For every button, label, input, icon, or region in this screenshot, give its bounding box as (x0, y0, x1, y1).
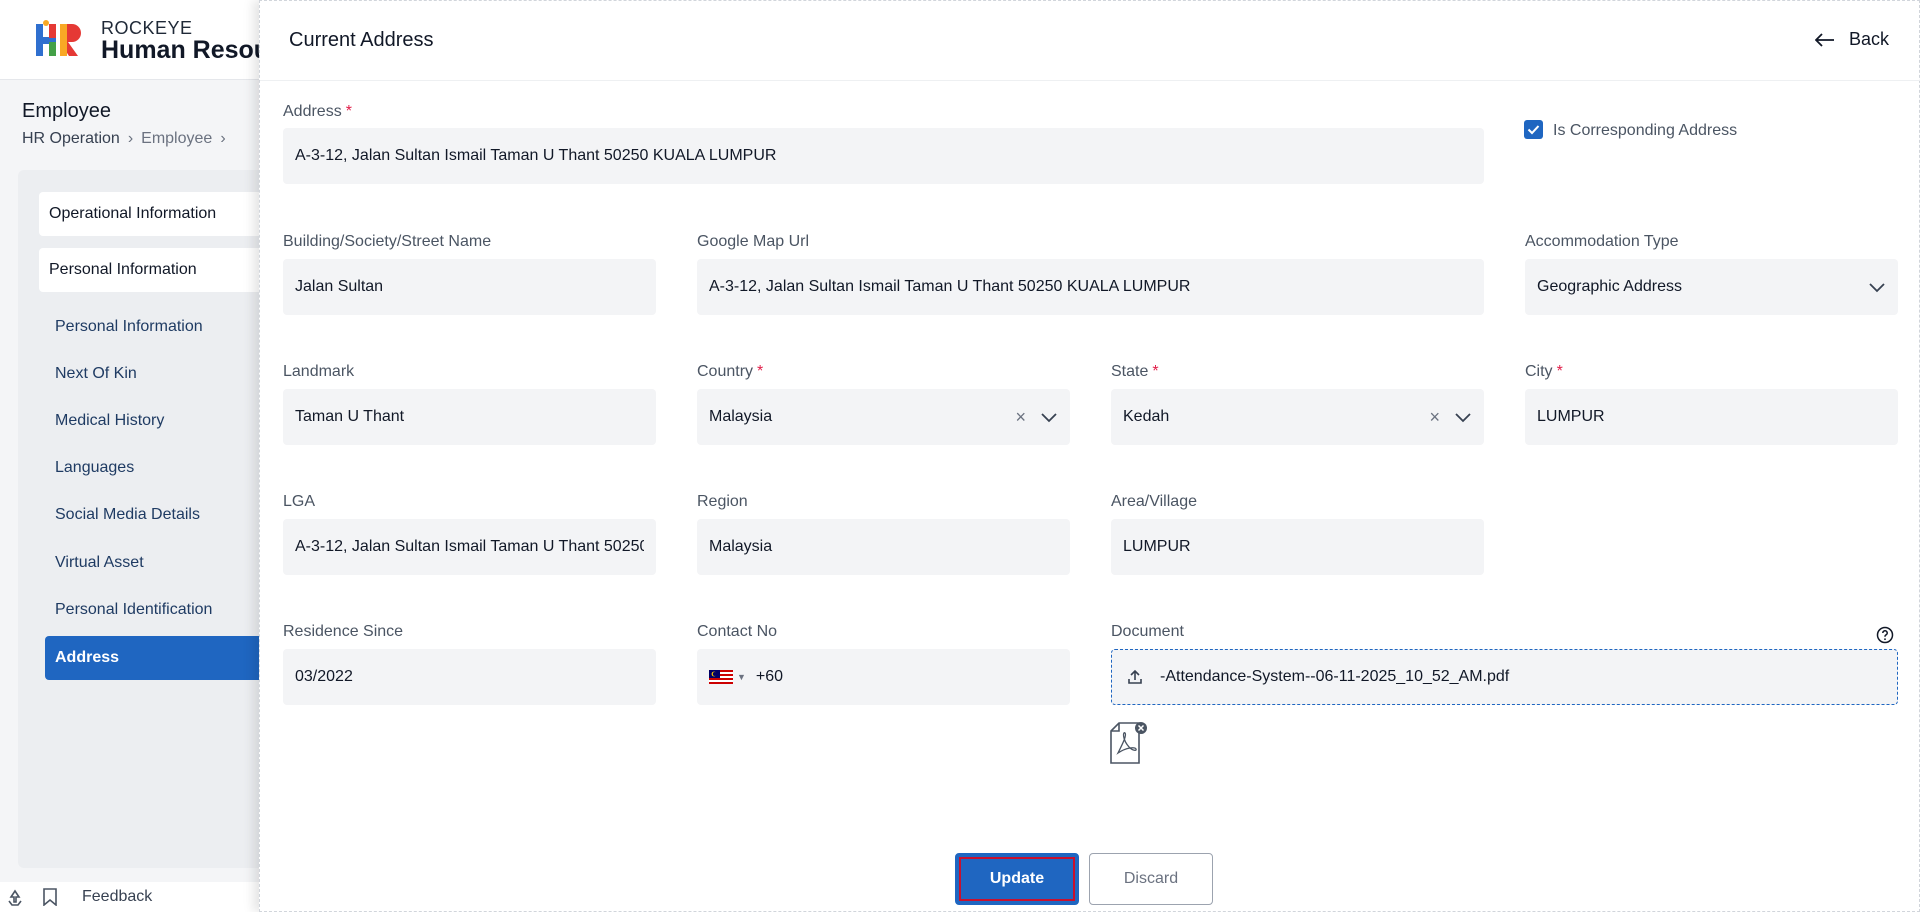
sidebar-section-operational[interactable]: Operational Information (39, 192, 279, 236)
recycle-icon[interactable] (6, 889, 24, 907)
country-label: Country * (697, 363, 764, 380)
back-label: Back (1848, 29, 1889, 49)
hr-logo-icon (36, 20, 81, 56)
contact-label: Contact No (697, 623, 778, 640)
sidebar-item-next-of-kin[interactable]: Next Of Kin (55, 365, 137, 383)
chevron-right-icon: › (127, 130, 134, 147)
area-field[interactable]: LUMPUR (1111, 519, 1484, 575)
accommodation-select[interactable]: Geographic Address (1525, 259, 1898, 315)
discard-button[interactable]: Discard (1089, 853, 1213, 905)
page-title: Employee (22, 100, 111, 122)
clear-icon[interactable]: × (1015, 407, 1026, 428)
sidebar-item-social-media[interactable]: Social Media Details (55, 506, 200, 524)
residence-since-field[interactable]: 03/2022 (283, 649, 656, 705)
city-field[interactable]: LUMPUR (1525, 389, 1898, 445)
corresponding-address-checkbox[interactable] (1524, 120, 1543, 139)
chevron-right-icon: › (220, 130, 226, 147)
google-map-field[interactable]: A-3-12, Jalan Sultan Ismail Taman U Than… (697, 259, 1484, 315)
clear-icon[interactable]: × (1429, 407, 1440, 428)
building-label: Building/Society/Street Name (283, 233, 492, 250)
bookmark-icon[interactable] (43, 888, 57, 906)
area-label: Area/Village (1111, 493, 1197, 510)
document-label: Document (1111, 623, 1184, 640)
corresponding-address-label: Is Corresponding Address (1553, 122, 1738, 139)
left-app: ROCKEYE Human Resource Employee HR Opera… (0, 0, 307, 912)
chevron-down-icon (1041, 413, 1057, 423)
sidebar: Operational Information Personal Informa… (18, 170, 285, 868)
logo-bar: ROCKEYE Human Resource (0, 0, 307, 80)
malaysia-flag-icon[interactable] (709, 670, 733, 684)
breadcrumb-hr-operation[interactable]: HR Operation (22, 130, 120, 147)
google-map-label: Google Map Url (697, 233, 810, 250)
lga-label: LGA (283, 493, 316, 510)
upload-icon (1128, 669, 1142, 684)
breadcrumb-employee[interactable]: Employee (141, 130, 212, 147)
sidebar-item-address[interactable]: Address (45, 636, 285, 680)
document-filename: -Attendance-System--06-11-2025_10_52_AM.… (1160, 668, 1510, 685)
region-label: Region (697, 493, 748, 510)
footer: Feedback (0, 882, 260, 912)
document-upload-field[interactable]: -Attendance-System--06-11-2025_10_52_AM.… (1111, 649, 1898, 705)
pdf-file-icon[interactable] (1109, 721, 1147, 765)
check-icon (1527, 125, 1540, 135)
sidebar-item-personal-information[interactable]: Personal Information (55, 318, 203, 336)
address-label: Address * (283, 103, 352, 120)
accommodation-label: Accommodation Type (1525, 233, 1679, 250)
lga-field[interactable]: A-3-12, Jalan Sultan Ismail Taman U Than… (283, 519, 656, 575)
chevron-down-icon (1455, 413, 1471, 423)
update-button[interactable]: Update (955, 853, 1079, 905)
state-select[interactable]: Kedah × (1111, 389, 1484, 445)
city-label: City * (1525, 363, 1563, 380)
help-icon[interactable] (1876, 626, 1894, 644)
address-panel: Current Address Back Address * A-3-12, Ja… (259, 0, 1920, 912)
landmark-field[interactable]: Taman U Thant (283, 389, 656, 445)
region-field[interactable]: Malaysia (697, 519, 1070, 575)
sidebar-item-languages[interactable]: Languages (55, 459, 134, 477)
sidebar-item-medical-history[interactable]: Medical History (55, 412, 164, 430)
country-select[interactable]: Malaysia × (697, 389, 1070, 445)
sidebar-section-personal[interactable]: Personal Information (39, 248, 279, 292)
contact-field[interactable]: ▼ +60 (697, 649, 1070, 705)
landmark-label: Landmark (283, 363, 355, 380)
arrow-left-icon (1814, 32, 1834, 47)
address-field[interactable]: A-3-12, Jalan Sultan Ismail Taman U Than… (283, 128, 1484, 184)
caret-down-icon: ▼ (737, 672, 746, 682)
back-button[interactable]: Back (1814, 29, 1889, 50)
sidebar-item-virtual-asset[interactable]: Virtual Asset (55, 554, 144, 572)
residence-since-label: Residence Since (283, 623, 404, 640)
breadcrumb: HR Operation › Employee › (22, 130, 234, 148)
building-field[interactable]: Jalan Sultan (283, 259, 656, 315)
chevron-down-icon (1869, 283, 1885, 293)
state-label: State * (1111, 363, 1159, 380)
sidebar-item-personal-identification[interactable]: Personal Identification (55, 601, 212, 619)
panel-title: Current Address (289, 29, 434, 51)
feedback-link[interactable]: Feedback (82, 888, 152, 906)
panel-header: Current Address Back (260, 1, 1920, 81)
